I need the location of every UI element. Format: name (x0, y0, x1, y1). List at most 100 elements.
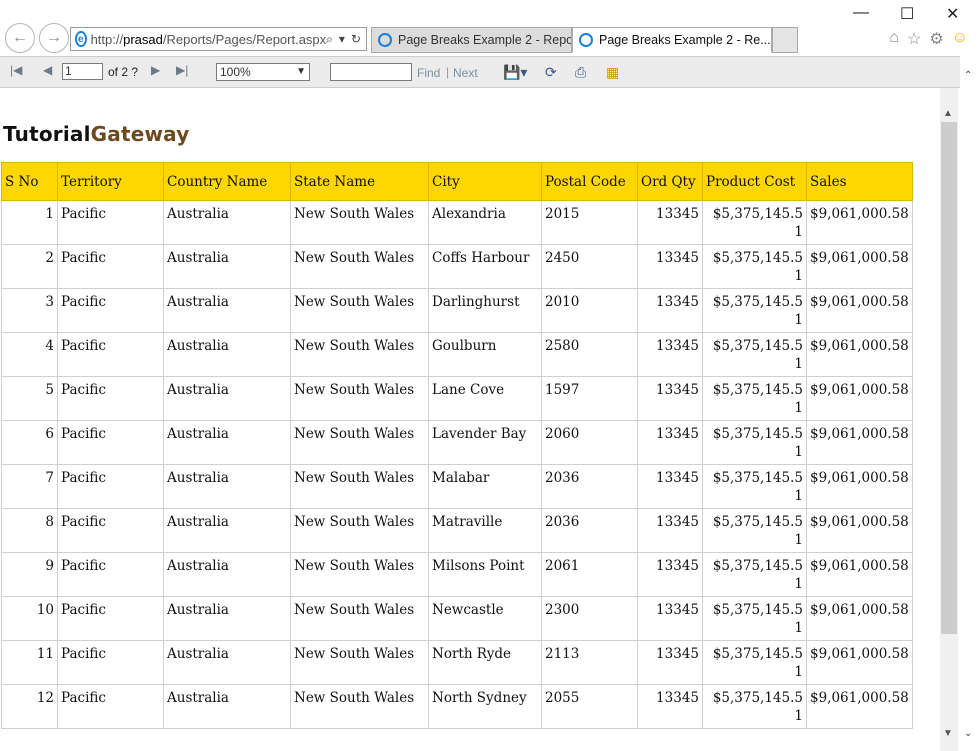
table-cell: 2010 (541, 288, 638, 333)
table-cell: 13345 (637, 552, 703, 597)
back-button[interactable]: ← (5, 23, 35, 53)
search-icon[interactable]: ⌕ (326, 32, 333, 47)
column-header: Postal Code (541, 162, 638, 201)
find-next-link[interactable]: Next (453, 66, 478, 80)
address-bar[interactable]: e http://prasad/Reports/Pages/Report.asp… (70, 27, 367, 51)
favorites-star-icon[interactable]: ☆ (907, 29, 921, 49)
table-cell: New South Wales (290, 420, 429, 465)
table-cell: New South Wales (290, 332, 429, 377)
tab-label: Page Breaks Example 2 - Re... (599, 33, 771, 47)
new-tab-button[interactable] (772, 27, 798, 53)
table-cell: $5,375,145.5 1 (702, 420, 807, 465)
refresh-report-icon[interactable]: ⟳ (545, 64, 557, 81)
table-cell: Pacific (57, 552, 164, 597)
settings-gear-icon[interactable]: ⚙ (929, 29, 943, 49)
find-text-input[interactable] (330, 63, 412, 81)
ie-tab-icon (579, 33, 593, 47)
table-cell: Pacific (57, 376, 164, 421)
page-number-input[interactable]: 1 (62, 63, 103, 80)
table-cell: 1 (1, 200, 58, 245)
table-cell: $9,061,000.58 (806, 684, 913, 729)
column-header: Product Cost (702, 162, 807, 201)
sales-table: S No Territory Country Name State Name City P… (1, 162, 913, 729)
table-row: 4 Pacific Australia New South Wales Goulburn… (1, 332, 913, 377)
table-cell: Pacific (57, 464, 164, 509)
chevron-down-icon: ▼ (296, 66, 306, 77)
table-cell: Coffs Harbour (428, 244, 542, 289)
column-header: City (428, 162, 542, 201)
table-cell: New South Wales (290, 596, 429, 641)
table-cell: 2450 (541, 244, 638, 289)
table-cell: 6 (1, 420, 58, 465)
close-window-button[interactable]: ✕ (946, 4, 959, 24)
table-cell: $5,375,145.5 1 (702, 508, 807, 553)
table-cell: $9,061,000.58 (806, 376, 913, 421)
table-cell: 13345 (637, 508, 703, 553)
address-dropdown-icon[interactable]: ▾ (339, 32, 345, 47)
table-cell: 9 (1, 552, 58, 597)
tab-report-1[interactable]: Page Breaks Example 2 - Repor... (371, 27, 572, 53)
table-cell: Australia (163, 684, 291, 729)
column-header: Country Name (163, 162, 291, 201)
table-cell: $9,061,000.58 (806, 552, 913, 597)
table-cell: New South Wales (290, 244, 429, 289)
tab-report-2[interactable]: Page Breaks Example 2 - Re... ✕ (572, 27, 772, 53)
table-cell: $5,375,145.5 1 (702, 376, 807, 421)
table-header-row: S No Territory Country Name State Name City P… (1, 162, 913, 201)
table-cell: 2036 (541, 508, 638, 553)
table-row: 6 Pacific Australia New South Wales Lavender… (1, 420, 913, 465)
table-cell: $5,375,145.5 1 (702, 464, 807, 509)
table-cell: 10 (1, 596, 58, 641)
column-header: S No (1, 162, 58, 201)
export-icon[interactable]: 💾▾ (503, 64, 527, 81)
find-link[interactable]: Find (417, 66, 440, 80)
table-cell: Lane Cove (428, 376, 542, 421)
table-cell: 2580 (541, 332, 638, 377)
table-cell: 5 (1, 376, 58, 421)
report-vertical-scrollbar[interactable]: ▲ ▼ (940, 88, 958, 751)
table-cell: $9,061,000.58 (806, 288, 913, 333)
first-page-icon[interactable]: |◀ (10, 63, 22, 77)
column-header: Ord Qty (637, 162, 703, 201)
previous-page-icon[interactable]: ◀ (43, 63, 52, 77)
table-cell: Newcastle (428, 596, 542, 641)
table-cell: $5,375,145.5 1 (702, 596, 807, 641)
scroll-thumb[interactable] (941, 122, 957, 634)
table-row: 3 Pacific Australia New South Wales Darlingh… (1, 288, 913, 333)
home-icon[interactable]: ⌂ (889, 29, 899, 49)
table-cell: 2015 (541, 200, 638, 245)
logo-part-tutorial: Tutorial (3, 122, 91, 146)
table-cell: North Sydney (428, 684, 542, 729)
table-cell: Pacific (57, 420, 164, 465)
column-header: Territory (57, 162, 164, 201)
feedback-smiley-icon[interactable]: ☺ (952, 29, 968, 49)
forward-button[interactable]: → (39, 23, 69, 53)
data-feed-icon[interactable]: ▦ (606, 64, 619, 81)
zoom-select[interactable]: 100% ▼ (216, 63, 310, 81)
table-cell: $5,375,145.5 1 (702, 640, 807, 685)
zoom-value: 100% (220, 65, 251, 79)
table-cell: 2 (1, 244, 58, 289)
last-page-icon[interactable]: ▶| (176, 63, 188, 77)
scroll-down-icon[interactable]: ▼ (943, 728, 953, 739)
page-scroll-up-icon[interactable]: ⌃ (964, 70, 972, 81)
refresh-icon[interactable]: ↻ (351, 32, 361, 47)
page-vertical-scrollbar[interactable]: ⌃ ⌄ (960, 56, 978, 751)
table-cell: Pacific (57, 288, 164, 333)
page-count-label: of 2 ? (108, 65, 139, 79)
table-row: 10 Pacific Australia New South Wales Newcast… (1, 596, 913, 641)
maximize-button[interactable]: ☐ (900, 4, 914, 24)
table-cell: 2300 (541, 596, 638, 641)
print-icon[interactable]: ⎙ (575, 64, 586, 81)
table-cell: Australia (163, 508, 291, 553)
next-page-icon[interactable]: ▶ (151, 63, 160, 77)
table-cell: New South Wales (290, 684, 429, 729)
scroll-up-icon[interactable]: ▲ (943, 108, 953, 119)
table-cell: $9,061,000.58 (806, 508, 913, 553)
table-cell: Australia (163, 640, 291, 685)
minimize-button[interactable]: — (853, 4, 869, 22)
forward-arrow-icon: → (46, 29, 62, 46)
page-scroll-down-icon[interactable]: ⌄ (964, 728, 972, 739)
table-cell: 13345 (637, 244, 703, 289)
table-cell: 13345 (637, 288, 703, 333)
